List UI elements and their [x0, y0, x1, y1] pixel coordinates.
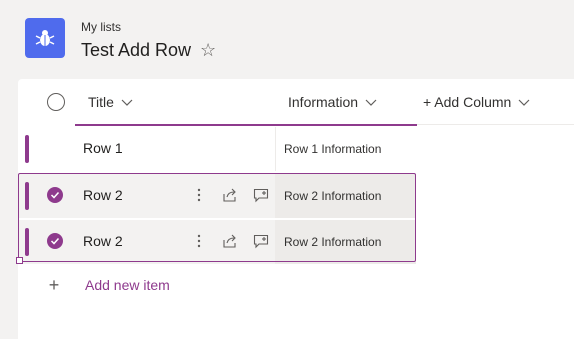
star-icon[interactable]: ☆ — [200, 40, 216, 61]
list-app-icon — [25, 18, 65, 58]
row-title[interactable]: Row 2 — [83, 187, 123, 203]
bug-icon — [35, 30, 55, 46]
header-underline — [75, 124, 417, 126]
row-title[interactable]: Row 2 — [83, 233, 123, 249]
row-selected-checkbox[interactable] — [47, 233, 63, 249]
chevron-down-icon — [518, 99, 530, 106]
add-new-item-label: Add new item — [85, 277, 170, 293]
row-information[interactable]: Row 1 Information — [275, 127, 416, 171]
add-new-item-button[interactable]: + Add new item — [46, 275, 170, 295]
breadcrumb[interactable]: My lists — [81, 20, 121, 34]
list-header: My lists Test Add Row ☆ — [0, 0, 574, 78]
more-options-icon[interactable] — [190, 186, 208, 204]
header-divider — [417, 124, 574, 125]
comment-icon[interactable] — [252, 186, 270, 204]
column-header-label: Information — [288, 94, 359, 110]
row-actions — [190, 186, 270, 204]
row-selected-checkbox[interactable] — [47, 187, 63, 203]
row-information[interactable]: Row 2 Information — [275, 220, 416, 264]
table-row[interactable]: Row 2 Row 2 Information — [18, 220, 416, 264]
chevron-down-icon — [121, 99, 133, 106]
table-row[interactable]: Row 2 Row 2 Information — [18, 174, 416, 218]
select-all-checkbox[interactable] — [47, 93, 65, 111]
new-row-indicator — [25, 182, 29, 210]
new-row-indicator — [25, 135, 29, 163]
share-icon[interactable] — [221, 232, 239, 250]
checkmark-icon — [50, 237, 60, 245]
more-options-icon[interactable] — [190, 232, 208, 250]
chevron-down-icon — [365, 99, 377, 106]
new-row-indicator — [25, 228, 29, 256]
add-column-button[interactable]: + Add Column — [423, 79, 531, 125]
add-column-label: + Add Column — [423, 94, 512, 110]
plus-icon: + — [48, 275, 60, 295]
column-header-title[interactable]: Title — [88, 79, 134, 125]
table-row[interactable]: Row 1 Row 1 Information — [18, 127, 416, 171]
column-header-information[interactable]: Information — [288, 79, 378, 125]
comment-icon[interactable] — [252, 232, 270, 250]
checkmark-icon — [50, 191, 60, 199]
row-information[interactable]: Row 2 Information — [275, 174, 416, 218]
row-actions — [190, 232, 270, 250]
column-header-label: Title — [88, 94, 114, 110]
page-title: Test Add Row — [81, 40, 192, 60]
fill-handle[interactable] — [16, 257, 23, 264]
share-icon[interactable] — [221, 186, 239, 204]
row-title[interactable]: Row 1 — [83, 140, 123, 156]
list-view: Title Information + Add Column Row 1 Row… — [16, 79, 574, 339]
